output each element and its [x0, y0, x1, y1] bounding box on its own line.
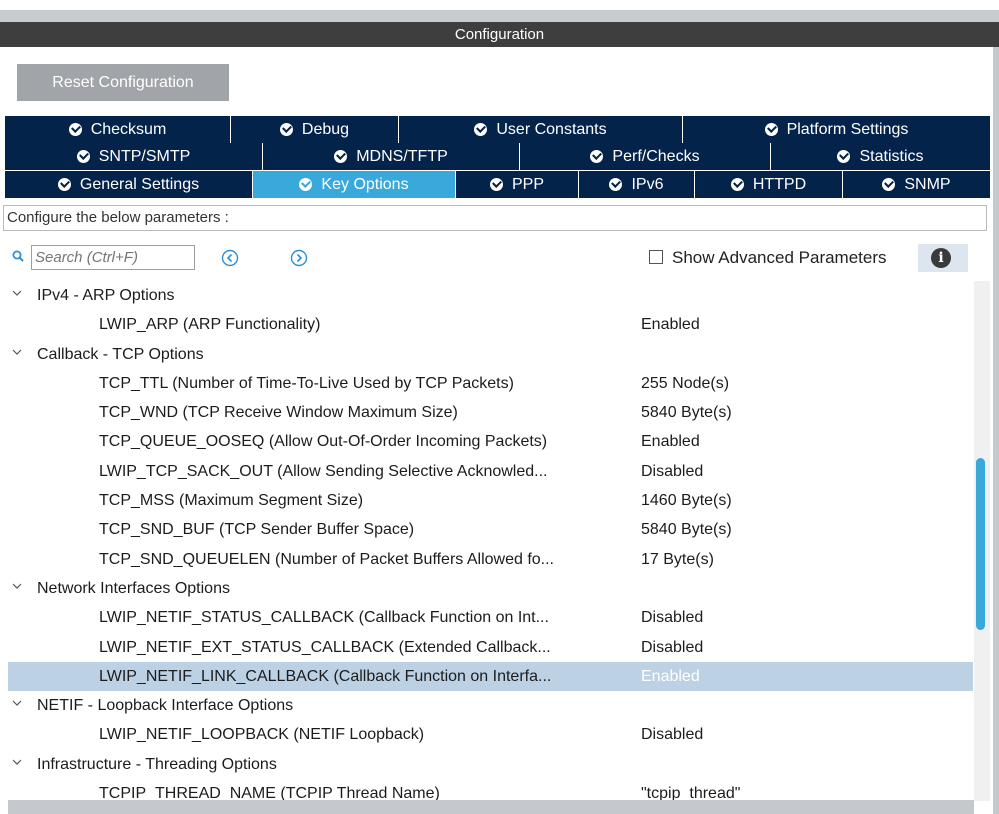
parameter-value[interactable]: 1460 Byte(s) — [641, 486, 732, 515]
horizontal-scrollbar[interactable] — [8, 800, 974, 814]
parameter-name: TCP_QUEUE_OOSEQ (Allow Out-Of-Order Inco… — [99, 433, 548, 451]
group-name: NETIF - Loopback Interface Options — [37, 697, 294, 715]
chevron-down-icon[interactable] — [12, 288, 22, 298]
chevron-down-icon[interactable] — [12, 698, 22, 708]
check-circle-icon — [730, 178, 744, 191]
parameter-row[interactable]: LWIP_NETIF_LOOPBACK (NETIF Loopback) Disa… — [8, 720, 973, 749]
tab-mdns-tftp[interactable]: MDNS/TFTP — [263, 143, 520, 170]
tab-row-2: SNTP/SMTP MDNS/TFTP Perf/Checks Statisti… — [5, 143, 990, 170]
parameter-name: TCP_WND (TCP Receive Window Maximum Size… — [99, 404, 458, 422]
parameter-value[interactable]: Enabled — [641, 662, 700, 691]
parameter-value[interactable]: Enabled — [641, 427, 700, 456]
parameter-row[interactable]: LWIP_TCP_SACK_OUT (Allow Sending Selecti… — [8, 457, 973, 486]
window-divider — [0, 10, 999, 22]
parameter-row[interactable]: LWIP_NETIF_LINK_CALLBACK (Callback Funct… — [8, 661, 973, 692]
parameter-row[interactable]: TCP_WND (TCP Receive Window Maximum Size… — [8, 398, 973, 427]
tab-general-settings[interactable]: General Settings — [5, 171, 253, 198]
check-circle-icon — [299, 178, 313, 191]
tab-httpd[interactable]: HTTPD — [695, 171, 843, 198]
scrollbar-thumb[interactable] — [976, 458, 985, 630]
parameter-name: LWIP_NETIF_LINK_CALLBACK (Callback Funct… — [99, 667, 552, 685]
check-circle-icon — [334, 150, 348, 163]
parameter-name: TCP_TTL (Number of Time-To-Live Used by … — [99, 374, 514, 392]
parameter-name: TCP_SND_BUF (TCP Sender Buffer Space) — [99, 521, 415, 539]
parameters-tree: IPv4 - ARP Options LWIP_ARP (ARP Function… — [8, 281, 973, 808]
parameter-name: TCP_MSS (Maximum Segment Size) — [99, 492, 364, 510]
parameter-value[interactable]: 255 Node(s) — [641, 369, 729, 398]
tab-checksum[interactable]: Checksum — [5, 116, 231, 143]
parameter-row[interactable]: LWIP_NETIF_EXT_STATUS_CALLBACK (Extended… — [8, 633, 973, 662]
tab-statistics[interactable]: Statistics — [771, 143, 990, 170]
check-circle-icon — [68, 123, 82, 136]
chevron-down-icon[interactable] — [12, 347, 22, 357]
parameter-value[interactable]: Disabled — [641, 603, 703, 632]
tab-ppp[interactable]: PPP — [456, 171, 579, 198]
panel-title: Configuration — [0, 22, 999, 47]
chevron-down-icon[interactable] — [12, 757, 22, 767]
parameter-row[interactable]: TCP_SND_BUF (TCP Sender Buffer Space) 584… — [8, 515, 973, 544]
tab-ipv6[interactable]: IPv6 — [579, 171, 695, 198]
parameter-row[interactable]: TCP_QUEUE_OOSEQ (Allow Out-Of-Order Inco… — [8, 427, 973, 456]
parameter-value[interactable]: Enabled — [641, 310, 700, 339]
tab-platform-settings[interactable]: Platform Settings — [683, 116, 990, 143]
tab-sntp-smtp[interactable]: SNTP/SMTP — [5, 143, 263, 170]
tab-debug[interactable]: Debug — [231, 116, 399, 143]
tab-row-1: Checksum Debug User Constants Platform S… — [5, 116, 990, 143]
parameter-name: LWIP_ARP (ARP Functionality) — [99, 316, 321, 334]
tab-snmp[interactable]: SNMP — [843, 171, 990, 198]
group-name: Callback - TCP Options — [37, 345, 204, 363]
group-name: Infrastructure - Threading Options — [37, 755, 277, 773]
parameter-name: LWIP_TCP_SACK_OUT (Allow Sending Selecti… — [99, 462, 548, 480]
tree-group[interactable]: Network Interfaces Options — [8, 574, 973, 603]
check-circle-icon — [609, 178, 623, 191]
show-advanced-checkbox[interactable] — [649, 250, 663, 264]
check-circle-icon — [837, 150, 851, 163]
parameter-value[interactable]: Disabled — [641, 457, 703, 486]
check-circle-icon — [882, 178, 896, 191]
parameter-row[interactable]: TCP_TTL (Number of Time-To-Live Used by … — [8, 369, 973, 398]
group-name: IPv4 - ARP Options — [37, 287, 175, 304]
info-button[interactable]: i — [918, 244, 968, 272]
info-icon: i — [931, 248, 951, 268]
parameter-value[interactable]: 17 Byte(s) — [641, 545, 714, 574]
tab-user-constants[interactable]: User Constants — [399, 116, 683, 143]
tab-row-3: General Settings Key Options PPP IPv6 HT… — [5, 171, 990, 198]
window-top-edge — [0, 0, 999, 10]
parameter-value[interactable]: 5840 Byte(s) — [641, 398, 732, 427]
parameters-description: Configure the below parameters : — [3, 205, 987, 231]
check-circle-icon — [279, 123, 293, 136]
check-circle-icon — [764, 123, 778, 136]
parameter-row[interactable]: LWIP_NETIF_STATUS_CALLBACK (Callback Fun… — [8, 603, 973, 632]
chevron-down-icon[interactable] — [12, 581, 22, 591]
parameter-value[interactable]: Disabled — [641, 633, 703, 662]
show-advanced-label: Show Advanced Parameters — [672, 248, 887, 267]
check-circle-icon — [590, 150, 604, 163]
tree-group[interactable]: Infrastructure - Threading Options — [8, 750, 973, 779]
check-circle-icon — [474, 123, 488, 136]
tree-group[interactable]: NETIF - Loopback Interface Options — [8, 691, 973, 720]
parameter-name: LWIP_NETIF_STATUS_CALLBACK (Callback Fun… — [99, 609, 549, 627]
parameter-value[interactable]: Disabled — [641, 720, 703, 749]
next-match-icon[interactable] — [290, 249, 308, 267]
check-circle-icon — [489, 178, 503, 191]
reset-configuration-button[interactable]: Reset Configuration — [17, 64, 229, 101]
group-name: Network Interfaces Options — [37, 579, 230, 597]
search-input[interactable] — [31, 245, 195, 270]
tree-group[interactable]: Callback - TCP Options — [8, 340, 973, 369]
search-icon[interactable] — [12, 250, 24, 262]
parameter-row[interactable]: TCP_MSS (Maximum Segment Size) 1460 Byte(… — [8, 486, 973, 515]
tab-key-options[interactable]: Key Options — [253, 171, 456, 198]
parameter-name: TCP_SND_QUEUELEN (Number of Packet Buffe… — [99, 550, 554, 568]
tab-perf-checks[interactable]: Perf/Checks — [520, 143, 771, 170]
check-circle-icon — [76, 150, 90, 163]
parameter-name: LWIP_NETIF_EXT_STATUS_CALLBACK (Extended… — [99, 638, 551, 656]
tree-group[interactable]: IPv4 - ARP Options — [8, 281, 973, 310]
previous-match-icon[interactable] — [221, 249, 239, 267]
parameter-row[interactable]: TCP_SND_QUEUELEN (Number of Packet Buffe… — [8, 545, 973, 574]
parameter-name: LWIP_NETIF_LOOPBACK (NETIF Loopback) — [99, 726, 425, 744]
parameter-row[interactable]: LWIP_ARP (ARP Functionality) Enabled — [8, 310, 973, 339]
parameter-value[interactable]: 5840 Byte(s) — [641, 515, 732, 544]
check-circle-icon — [57, 178, 71, 191]
